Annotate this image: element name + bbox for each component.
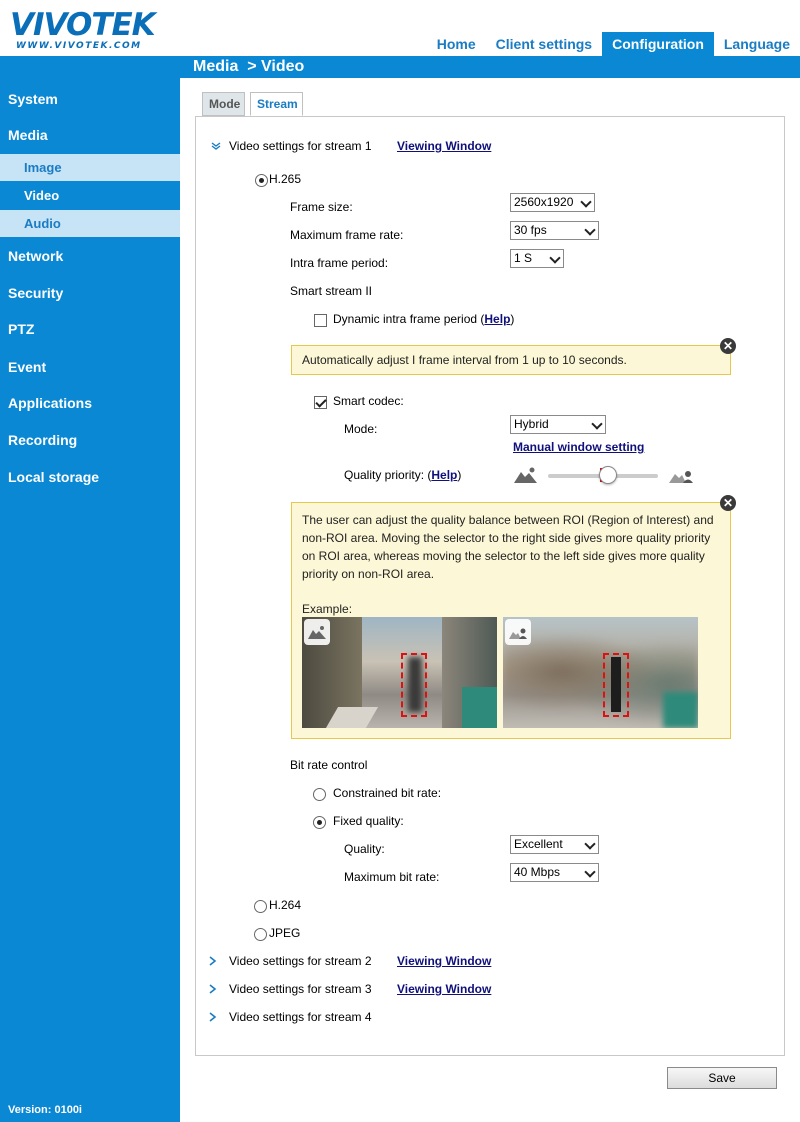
chevron-down-icon <box>549 252 561 264</box>
mode-value: Hybrid <box>514 417 549 431</box>
top-nav: Home Client settings Configuration Langu… <box>427 32 800 56</box>
version-label: Version: 0100i <box>8 1104 82 1116</box>
nav-language[interactable]: Language <box>714 32 800 56</box>
chevron-down-icon <box>584 866 596 878</box>
nav-configuration[interactable]: Configuration <box>602 32 714 56</box>
title-bar <box>0 56 800 78</box>
codec-h265-radio[interactable] <box>255 174 268 187</box>
stream4-title[interactable]: Video settings for stream 4 <box>229 1010 372 1024</box>
help-link[interactable]: Help <box>484 312 510 326</box>
smart-codec-label: Smart codec: <box>333 394 404 408</box>
help-link[interactable]: Help <box>431 468 457 482</box>
max-frame-rate-select[interactable]: 30 fps <box>510 221 599 240</box>
quality-label: Quality: <box>344 842 385 856</box>
max-bit-rate-value: 40 Mbps <box>514 865 561 879</box>
max-bit-rate-label: Maximum bit rate: <box>344 870 440 884</box>
codec-h264-radio[interactable] <box>254 900 267 913</box>
sidebar-item-recording[interactable]: Recording <box>0 432 180 448</box>
mode-select[interactable]: Hybrid <box>510 415 606 434</box>
stream2-viewing-window-link[interactable]: Viewing Window <box>397 954 491 968</box>
stream3-title[interactable]: Video settings for stream 3 <box>229 982 372 996</box>
sidebar-item-applications[interactable]: Applications <box>0 395 180 411</box>
intra-frame-value: 1 S <box>514 251 533 265</box>
vivotek-logo: VIVOTEK WWW.VIVOTEK.COM <box>10 8 160 53</box>
codec-h265-label: H.265 <box>269 172 302 186</box>
landscape-icon <box>514 467 537 483</box>
page-title: Media > Video <box>193 58 305 75</box>
stream1-viewing-window-link[interactable]: Viewing Window <box>397 139 491 153</box>
sidebar-item-system[interactable]: System <box>0 91 180 107</box>
example-label: Example: <box>302 602 353 616</box>
sidebar-item-ptz[interactable]: PTZ <box>0 321 180 337</box>
sidebar-item-local-storage[interactable]: Local storage <box>0 469 180 485</box>
chevron-down-icon <box>591 418 603 430</box>
codec-jpeg-radio[interactable] <box>254 928 267 941</box>
mode-label: Mode: <box>344 422 378 436</box>
person-landscape-icon <box>509 628 527 639</box>
intra-frame-select[interactable]: 1 S <box>510 249 564 268</box>
close-paren: ) <box>510 312 515 326</box>
max-frame-rate-value: 30 fps <box>514 223 547 237</box>
chevron-down-icon <box>580 196 592 208</box>
sidebar-item-security[interactable]: Security <box>0 285 180 301</box>
quality-select[interactable]: Excellent <box>510 835 599 854</box>
stream2-title[interactable]: Video settings for stream 2 <box>229 954 372 968</box>
chevron-down-icon <box>584 838 596 850</box>
codec-jpeg-label: JPEG <box>269 926 301 940</box>
logo-url: WWW.VIVOTEK.COM <box>16 41 142 51</box>
tab-stream[interactable]: Stream <box>250 92 303 116</box>
fixed-quality-label: Fixed quality: <box>333 814 404 828</box>
person-landscape-icon <box>669 471 693 483</box>
quality-note-text: The user can adjust the quality balance … <box>302 513 714 581</box>
chevron-right-icon[interactable] <box>208 1012 218 1022</box>
logo-text: VIVOTEK <box>10 7 156 43</box>
dynamic-intra-text: Dynamic intra frame period ( <box>333 312 485 326</box>
save-button[interactable]: Save <box>667 1067 777 1089</box>
intra-note: Automatically adjust I frame interval fr… <box>291 345 731 375</box>
quality-priority-thumb[interactable] <box>599 466 617 484</box>
sidebar-item-video[interactable]: Video <box>0 182 180 209</box>
quality-value: Excellent <box>514 837 563 851</box>
dynamic-intra-checkbox[interactable] <box>314 314 327 327</box>
chevron-right-icon[interactable] <box>208 984 218 994</box>
constrained-bit-rate-label: Constrained bit rate: <box>333 786 442 800</box>
example-image-roi <box>503 617 698 728</box>
bit-rate-control-label: Bit rate control <box>290 758 368 772</box>
max-bit-rate-select[interactable]: 40 Mbps <box>510 863 599 882</box>
dynamic-intra-label: Dynamic intra frame period (Help) <box>333 312 514 326</box>
quality-priority-text: Quality priority: ( <box>344 468 432 482</box>
codec-h264-label: H.264 <box>269 898 302 912</box>
max-frame-rate-label: Maximum frame rate: <box>290 228 404 242</box>
frame-size-value: 2560x1920 <box>514 195 574 209</box>
sidebar-item-audio[interactable]: Audio <box>0 210 180 237</box>
frame-size-label: Frame size: <box>290 200 353 214</box>
landscape-icon <box>308 626 326 639</box>
sidebar-item-network[interactable]: Network <box>0 248 180 264</box>
frame-size-select[interactable]: 2560x1920 <box>510 193 595 212</box>
constrained-bit-rate-radio[interactable] <box>313 788 326 801</box>
chevron-down-icon[interactable] <box>211 141 221 151</box>
nav-home[interactable]: Home <box>427 32 486 56</box>
smart-stream-label: Smart stream II <box>290 284 373 298</box>
smart-codec-checkbox[interactable] <box>314 396 327 409</box>
chevron-right-icon[interactable] <box>208 956 218 966</box>
sidebar-item-event[interactable]: Event <box>0 359 180 375</box>
intra-frame-label: Intra frame period: <box>290 256 389 270</box>
quality-priority-label: Quality priority: (Help) <box>344 468 461 482</box>
fixed-quality-radio[interactable] <box>313 816 326 829</box>
sidebar-item-image[interactable]: Image <box>0 154 180 181</box>
manual-window-link[interactable]: Manual window setting <box>513 440 644 454</box>
chevron-down-icon <box>584 224 596 236</box>
stream3-viewing-window-link[interactable]: Viewing Window <box>397 982 491 996</box>
close-icon[interactable]: ✕ <box>720 495 736 511</box>
sidebar-item-media[interactable]: Media <box>0 127 180 143</box>
stream1-title[interactable]: Video settings for stream 1 <box>229 139 372 153</box>
close-icon[interactable]: ✕ <box>720 338 736 354</box>
close-paren: ) <box>457 468 462 482</box>
tab-mode[interactable]: Mode <box>202 92 245 116</box>
nav-client-settings[interactable]: Client settings <box>486 32 602 56</box>
example-image-non-roi <box>302 617 497 728</box>
